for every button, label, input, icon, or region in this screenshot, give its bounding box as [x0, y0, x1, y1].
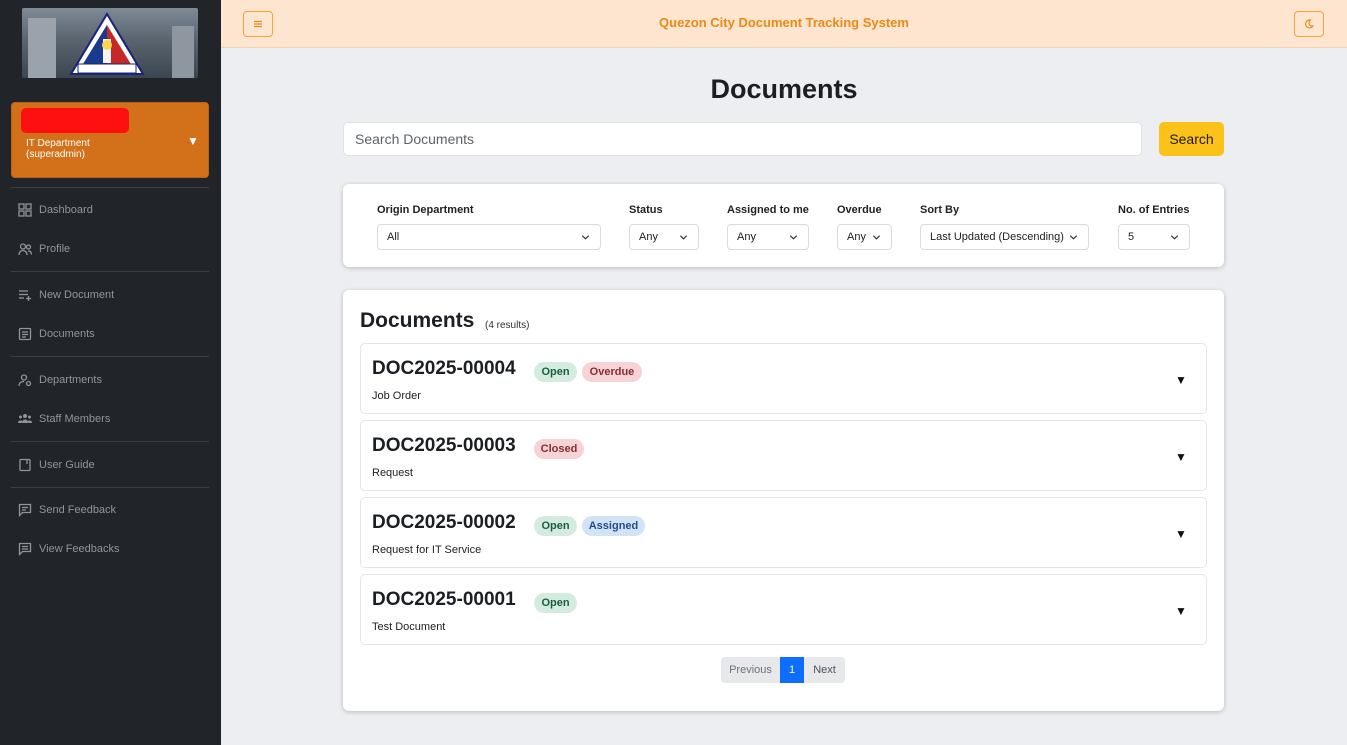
search-button[interactable]: Search — [1159, 122, 1224, 156]
page-title: Documents — [710, 74, 858, 104]
status-badge-open: Open — [534, 516, 577, 536]
overdue-select[interactable]: Any — [837, 224, 892, 250]
sidebar-item-label: Send Feedback — [39, 504, 117, 516]
filter-label-assigned-to-me: Assigned to me — [727, 204, 809, 216]
document-description: Request for IT Service — [372, 544, 482, 556]
user-department: IT Department — [26, 138, 90, 149]
expand-caret-icon[interactable]: ▼ — [1175, 373, 1187, 387]
document-icon — [18, 327, 32, 341]
sidebar-item-label: View Feedbacks — [39, 543, 120, 555]
filter-label-status: Status — [629, 204, 663, 216]
sidebar-item-label: Dashboard — [39, 204, 93, 216]
status-badge-open: Open — [534, 593, 577, 613]
sidebar-item-label: New Document — [39, 289, 115, 301]
sidebar-divider — [11, 187, 209, 188]
results-count: (4 results) — [485, 320, 530, 331]
sidebar-item-label: Documents — [39, 328, 95, 340]
user-menu[interactable]: IT Department (superadmin) ▼ — [11, 102, 209, 178]
sidebar-item-label: Staff Members — [39, 413, 111, 425]
origin-department-select[interactable]: All — [377, 224, 601, 250]
sidebar: IT Department (superadmin) ▼ Dashboard P… — [0, 0, 221, 745]
chevron-down-icon — [581, 235, 590, 240]
chevron-down-icon — [789, 235, 798, 240]
expand-caret-icon[interactable]: ▼ — [1175, 527, 1187, 541]
document-item[interactable]: DOC2025-00002 Open Assigned Request for … — [360, 497, 1207, 568]
document-description: Test Document — [372, 621, 446, 633]
list-add-icon — [19, 290, 31, 301]
document-id: DOC2025-00004 — [372, 358, 516, 379]
status-badge-overdue: Overdue — [582, 362, 642, 382]
search-input[interactable] — [343, 122, 1142, 156]
filter-label-no-of-entries: No. of Entries — [1118, 204, 1190, 216]
filter-label-sort-by: Sort By — [920, 204, 960, 216]
moon-icon — [1305, 19, 1314, 29]
sidebar-item-documents[interactable]: Documents — [18, 324, 95, 344]
user-name-redacted — [21, 108, 129, 133]
message-icon — [18, 503, 32, 517]
filters-panel: Origin Department All Status Any Assigne… — [343, 184, 1224, 267]
sidebar-item-departments[interactable]: Departments — [18, 370, 102, 390]
city-seal-logo — [22, 8, 198, 78]
status-badge-closed: Closed — [534, 439, 584, 459]
sidebar-item-send-feedback[interactable]: Send Feedback — [18, 500, 116, 520]
document-item[interactable]: DOC2025-00003 Closed Request ▼ — [360, 420, 1207, 491]
document-item[interactable]: DOC2025-00001 Open Test Document ▼ — [360, 574, 1207, 645]
document-description: Job Order — [372, 390, 421, 402]
document-description: Request — [372, 467, 413, 479]
documents-panel: Documents (4 results) DOC2025-00004 Open… — [343, 290, 1224, 711]
grid-icon — [18, 203, 32, 217]
pagination-previous[interactable]: Previous — [721, 657, 780, 683]
chevron-down-icon — [872, 235, 881, 240]
pagination-next[interactable]: Next — [804, 657, 845, 683]
sidebar-divider — [11, 356, 209, 357]
sort-by-select[interactable]: Last Updated (Descending) — [920, 224, 1089, 250]
status-badge-open: Open — [534, 362, 577, 382]
sidebar-divider — [11, 487, 209, 488]
sidebar-divider — [11, 271, 209, 272]
sidebar-item-profile[interactable]: Profile — [18, 239, 70, 259]
sidebar-item-label: User Guide — [39, 459, 95, 471]
user-role: (superadmin) — [26, 149, 85, 160]
sidebar-item-new-document[interactable]: New Document — [18, 285, 114, 305]
document-item[interactable]: DOC2025-00004 Open Overdue Job Order ▼ — [360, 343, 1207, 414]
top-bar: Quezon City Document Tracking System — [221, 0, 1347, 48]
documents-heading: Documents — [360, 309, 475, 332]
sidebar-item-dashboard[interactable]: Dashboard — [18, 200, 93, 220]
document-id: DOC2025-00001 — [372, 589, 516, 610]
expand-caret-icon[interactable]: ▼ — [1175, 604, 1187, 618]
document-id: DOC2025-00002 — [372, 512, 516, 533]
book-icon — [19, 458, 31, 472]
filter-label-overdue: Overdue — [837, 204, 882, 216]
assigned-to-me-select[interactable]: Any — [727, 224, 809, 250]
chevron-down-icon — [1069, 235, 1078, 240]
user-settings-icon — [18, 374, 32, 387]
messages-icon — [18, 542, 32, 556]
chevron-down-icon — [1170, 235, 1179, 240]
chevron-down-icon — [679, 235, 688, 240]
document-id: DOC2025-00003 — [372, 435, 516, 456]
status-badge-assigned: Assigned — [582, 516, 645, 536]
sidebar-item-label: Departments — [39, 374, 102, 386]
entries-select[interactable]: 5 — [1118, 224, 1190, 250]
group-icon — [18, 414, 32, 423]
filter-label-origin-department: Origin Department — [377, 204, 474, 216]
app-title: Quezon City Document Tracking System — [659, 15, 909, 30]
sidebar-divider — [11, 441, 209, 442]
sidebar-item-view-feedbacks[interactable]: View Feedbacks — [18, 539, 120, 559]
sidebar-item-staff-members[interactable]: Staff Members — [18, 409, 110, 429]
status-select[interactable]: Any — [629, 224, 699, 250]
sidebar-item-label: Profile — [39, 243, 71, 255]
caret-down-icon: ▼ — [187, 134, 199, 148]
pagination-page-1[interactable]: 1 — [780, 657, 804, 683]
sidebar-item-user-guide[interactable]: User Guide — [18, 455, 95, 475]
users-icon — [18, 243, 32, 256]
pagination: Previous 1 Next — [721, 657, 845, 683]
theme-toggle-button[interactable] — [1294, 11, 1324, 37]
expand-caret-icon[interactable]: ▼ — [1175, 450, 1187, 464]
